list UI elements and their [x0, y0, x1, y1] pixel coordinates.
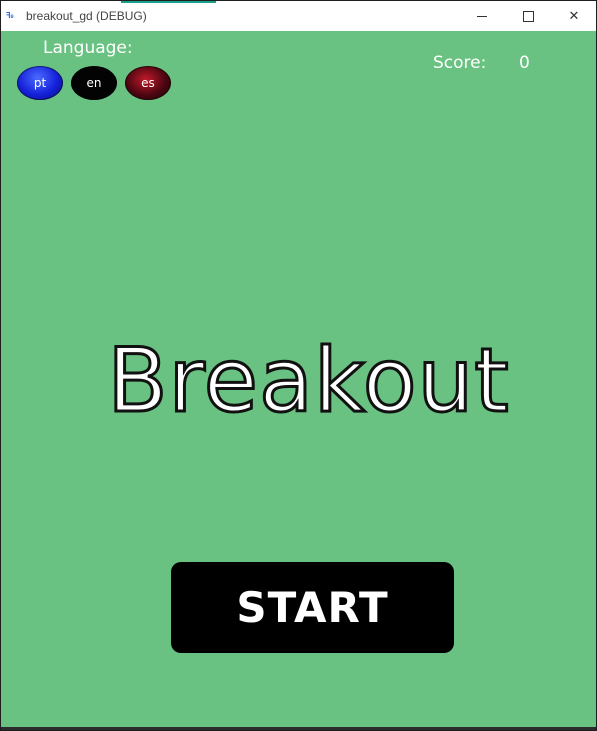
maximize-icon [522, 10, 534, 22]
window-title: breakout_gd (DEBUG) [26, 9, 147, 23]
language-button-en-label: en [86, 76, 102, 90]
title-bar[interactable]: ꟻ₀ breakout_gd (DEBUG) ✕ [1, 1, 596, 31]
minimize-icon [477, 15, 487, 17]
language-button-pt[interactable]: pt [17, 66, 63, 100]
game-window: ꟻ₀ breakout_gd (DEBUG) ✕ Language: pt en… [0, 0, 597, 731]
minimize-button[interactable] [459, 1, 505, 31]
score-value: 0 [519, 53, 530, 73]
score-label: Score: [433, 53, 487, 73]
game-title: Breakout [106, 329, 511, 432]
game-canvas: Language: pt en es Score: 0 Breakout STA… [1, 31, 596, 727]
language-button-es-label: es [141, 76, 155, 90]
window-bottom-border [1, 727, 596, 730]
close-button[interactable]: ✕ [551, 1, 597, 31]
app-icon: ꟻ₀ [6, 11, 14, 20]
start-button-label: START [236, 583, 389, 632]
title-accent-line [121, 1, 216, 3]
start-button[interactable]: START [171, 562, 454, 653]
maximize-button[interactable] [505, 1, 551, 31]
language-button-pt-label: pt [33, 76, 47, 90]
language-button-en[interactable]: en [71, 66, 117, 100]
language-button-es[interactable]: es [125, 66, 171, 100]
close-icon: ✕ [568, 8, 580, 24]
language-label: Language: [43, 38, 133, 58]
